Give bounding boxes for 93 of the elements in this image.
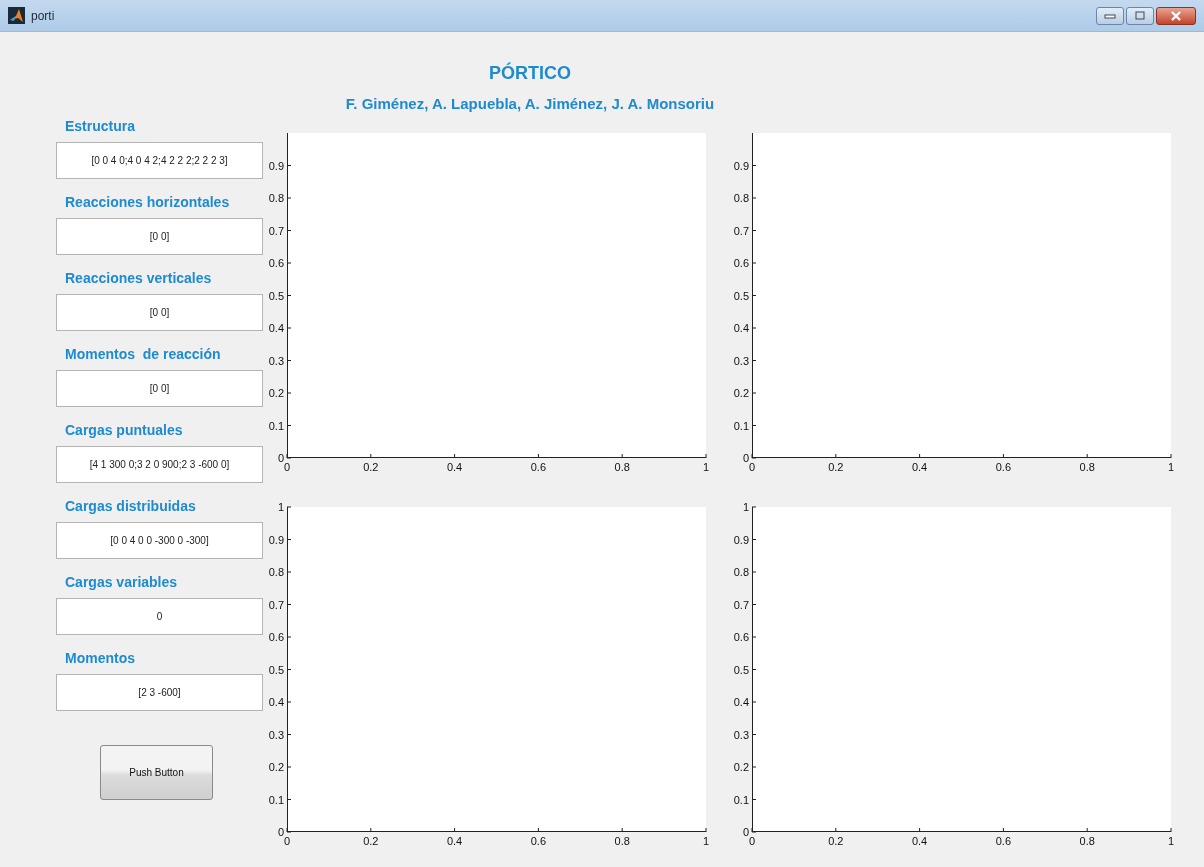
tick-label: 0.3 [268,354,284,367]
tick-label: 0.9 [733,533,749,546]
tick-label: 1 [277,501,284,513]
tick-label: 1 [1167,461,1175,473]
tick-label: 0.4 [733,696,749,708]
tick-label: 0.8 [614,461,630,473]
tick-label: 0.1 [268,419,284,432]
tick-label: 0.6 [733,631,749,643]
tick-label: 0.7 [733,224,749,237]
tick-label: 0.1 [733,419,749,432]
tick-label: 0.4 [268,322,284,334]
field-label: Estructura [65,117,137,136]
tick-label: 0.4 [446,835,463,847]
tick-label: 0.5 [268,289,284,302]
tick-label: 0.6 [268,631,284,643]
input-field[interactable]: [0 0 4 0;4 0 4 2;4 2 2 2;2 2 2 3] [56,142,263,179]
tick-label: 0.4 [733,322,749,334]
input-field[interactable]: [0 0 4 0 0 -300 0 -300] [56,522,263,559]
tick-label: 0.8 [268,566,284,578]
tick-label: 0.6 [530,835,547,847]
tick-label: 0.7 [268,598,284,611]
tick-label: 1 [742,501,749,513]
tick-label: 0.2 [268,387,284,399]
tick-label: 0.4 [911,835,928,847]
tick-label: 0.4 [268,696,284,708]
tick-label: 0 [748,835,756,847]
tick-label: 0 [742,452,749,464]
tick-label: 0 [742,826,749,838]
tick-label: 0.3 [268,728,284,741]
input-field[interactable]: [0 0] [56,294,263,331]
close-button[interactable] [1156,6,1196,25]
tick-label: 1 [702,461,710,473]
input-field[interactable]: 0 [56,598,263,635]
tick-label: 0.8 [614,835,630,847]
tick-label: 0.2 [363,461,379,473]
tick-label: 0.6 [268,257,284,269]
field-label: Reacciones verticales [65,269,213,288]
tick-label: 0.9 [733,159,749,172]
field-label: Reacciones horizontales [65,193,231,212]
tick-label: 0.8 [733,566,749,578]
maximize-icon [1135,11,1145,20]
tick-label: 0.6 [995,461,1012,473]
tick-label: 0 [283,461,291,473]
input-field[interactable]: [0 0] [56,370,263,407]
push-button[interactable]: Push Button [100,745,213,800]
field-label: Momentos [65,649,136,668]
minimize-icon [1104,12,1116,19]
tick-label: 0.4 [446,461,463,473]
tick-label: 0.8 [268,192,284,204]
tick-label: 0.9 [268,159,284,172]
tick-label: 0.3 [733,728,749,741]
tick-label: 1 [1167,835,1175,847]
tick-label: 0.2 [268,761,284,773]
input-field[interactable]: [2 3 -600] [56,674,263,711]
input-field[interactable]: [0 0] [56,218,263,255]
tick-label: 0.6 [733,257,749,269]
tick-label: 0.7 [733,598,749,611]
minimize-button[interactable] [1096,6,1124,25]
tick-label: 0.2 [363,835,379,847]
window-title: porti [31,8,55,23]
tick-label: 0.8 [1079,461,1095,473]
tick-label: 0.2 [828,461,844,473]
tick-label: 0.4 [911,461,928,473]
tick-label: 0 [277,826,284,838]
field-label: Momentos de reacción [65,345,222,364]
tick-label: 0 [277,452,284,464]
field-label: Cargas puntuales [65,421,184,440]
tick-label: 0.1 [733,793,749,806]
close-icon [1170,10,1182,21]
app-title: PÓRTICO [489,61,571,85]
field-label: Cargas variables [65,573,179,592]
tick-label: 0.2 [733,761,749,773]
field-label: Cargas distribuidas [65,497,197,516]
app-icon [8,7,25,24]
tick-label: 0.6 [995,835,1012,847]
tick-label: 0.3 [733,354,749,367]
tick-label: 0.8 [1079,835,1095,847]
input-field[interactable]: [4 1 300 0;3 2 0 900;2 3 -600 0] [56,446,263,483]
tick-label: 0.9 [268,533,284,546]
tick-label: 1 [702,835,710,847]
maximize-button[interactable] [1126,6,1154,25]
tick-label: 0 [283,835,291,847]
tick-label: 0.5 [733,663,749,676]
tick-label: 0.1 [268,793,284,806]
tick-label: 0.6 [530,461,547,473]
tick-label: 0.7 [268,224,284,237]
tick-label: 0.2 [828,835,844,847]
tick-label: 0.2 [733,387,749,399]
authors-text: F. Giménez, A. Lapuebla, A. Jiménez, J. A. Monsoriu [345,96,715,112]
tick-label: 0.5 [733,289,749,302]
tick-label: 0 [748,461,756,473]
tick-label: 0.5 [268,663,284,676]
tick-label: 0.8 [733,192,749,204]
